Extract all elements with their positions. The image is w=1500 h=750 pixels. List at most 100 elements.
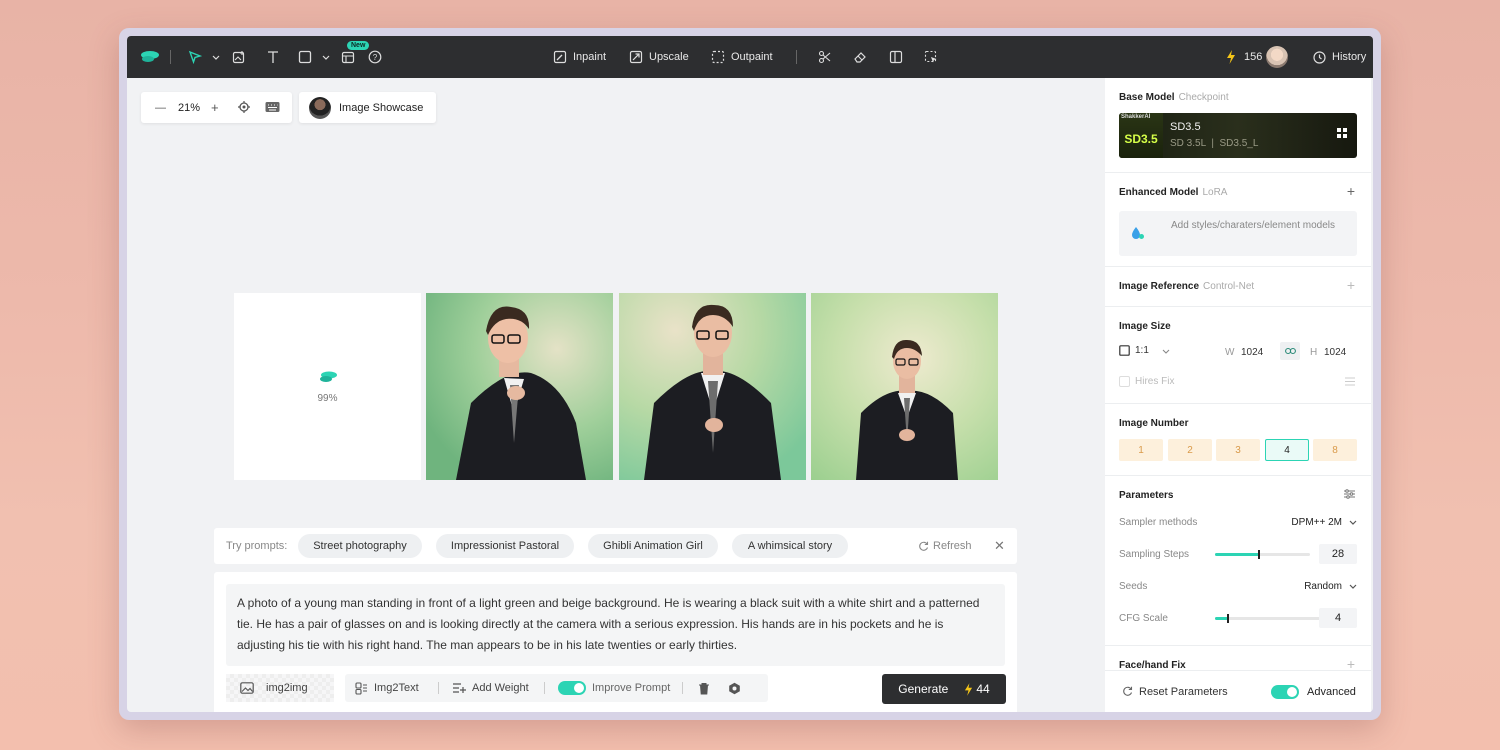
toolbar-divider	[796, 50, 797, 64]
generated-image-1[interactable]	[426, 293, 613, 480]
parameters-section: Parameters Sampler methods DPM++ 2M Samp…	[1105, 476, 1371, 646]
outpaint-button[interactable]: Outpaint	[710, 36, 773, 78]
enhanced-model-subtitle: LoRA	[1202, 187, 1228, 198]
width-input[interactable]: 1024	[1241, 347, 1263, 358]
square-icon	[297, 49, 313, 65]
ratio-value: 1:1	[1135, 345, 1149, 356]
image-number-option[interactable]: 3	[1216, 439, 1260, 461]
link-ratio-icon[interactable]	[1280, 342, 1300, 360]
progress-percent: 99%	[317, 393, 338, 404]
toggle-switch[interactable]	[1271, 684, 1299, 699]
model-thumbnail: ShakkerAI SD3.5	[1119, 113, 1163, 158]
eraser-button[interactable]	[852, 36, 868, 78]
aspect-ratio-select[interactable]: 1:1	[1119, 345, 1170, 356]
user-avatar[interactable]	[1266, 36, 1288, 78]
divider	[544, 682, 545, 694]
add-weight-button[interactable]: Add Weight	[452, 674, 529, 702]
text-tool-button[interactable]	[265, 36, 281, 78]
upscale-button[interactable]: Upscale	[628, 36, 689, 78]
seeds-label: Seeds	[1119, 580, 1148, 592]
outpaint-label: Outpaint	[731, 51, 773, 63]
img2text-button[interactable]: Img2Text	[355, 674, 419, 702]
height-input[interactable]: 1024	[1324, 347, 1346, 358]
upscale-icon	[628, 49, 644, 65]
shape-tool-button[interactable]	[297, 36, 334, 78]
outpaint-icon	[710, 49, 726, 65]
prompt-chip[interactable]: Impressionist Pastoral	[436, 534, 574, 558]
prompt-chip[interactable]: Street photography	[298, 534, 422, 558]
image-number-option-selected[interactable]: 4	[1265, 439, 1309, 461]
compare-button[interactable]	[888, 36, 904, 78]
prompt-settings-button[interactable]	[728, 674, 741, 702]
delete-prompt-button[interactable]	[698, 674, 710, 702]
fit-view-button[interactable]	[237, 100, 251, 117]
credits-display[interactable]: 156	[1223, 36, 1262, 78]
generated-image-3[interactable]	[811, 293, 998, 480]
image-number-section: Image Number 1 2 3 4 8	[1105, 404, 1371, 476]
prompt-panel: A photo of a young man standing in front…	[214, 572, 1017, 712]
improve-prompt-toggle[interactable]: Improve Prompt	[558, 674, 670, 702]
sampler-select[interactable]: DPM++ 2M	[1291, 517, 1357, 528]
lightning-bolt-icon	[1223, 49, 1239, 65]
inpaint-button[interactable]: Inpaint	[552, 36, 606, 78]
width-label: W	[1225, 347, 1235, 358]
steps-input[interactable]: 28	[1319, 544, 1357, 564]
base-model-title: Base Model Checkpoint	[1119, 92, 1229, 103]
chevron-down-icon[interactable]	[318, 49, 334, 65]
help-circle-icon: ?	[367, 49, 383, 65]
reset-icon	[1123, 686, 1133, 696]
cfg-slider-knob[interactable]	[1227, 614, 1229, 623]
seeds-select[interactable]: Random	[1304, 581, 1357, 592]
model-grid-icon[interactable]	[1337, 128, 1347, 141]
select-area-button[interactable]	[923, 36, 939, 78]
hexagon-settings-icon	[729, 682, 740, 694]
prompt-chip[interactable]: A whimsical story	[732, 534, 848, 558]
image-reference-subtitle: Control-Net	[1203, 281, 1255, 292]
keyboard-shortcuts-button[interactable]	[265, 101, 280, 116]
history-button[interactable]: History	[1311, 36, 1366, 78]
image-showcase-button[interactable]: Image Showcase	[299, 92, 436, 123]
image-number-option[interactable]: 1	[1119, 439, 1163, 461]
cut-button[interactable]	[817, 36, 833, 78]
generate-button[interactable]: Generate 44	[882, 674, 1006, 704]
image-number-option[interactable]: 2	[1168, 439, 1212, 461]
cfg-slider[interactable]	[1215, 614, 1321, 623]
parameters-title: Parameters	[1119, 490, 1174, 501]
image-number-option[interactable]: 8	[1313, 439, 1357, 461]
steps-slider-knob[interactable]	[1258, 550, 1260, 559]
add-lora-plus-icon[interactable]: +	[1347, 183, 1355, 199]
img2img-button[interactable]: img2img	[226, 674, 334, 702]
select-tool-button[interactable]	[187, 36, 224, 78]
logo-icon[interactable]	[139, 36, 161, 78]
model-tags: SD 3.5L | SD3.5_L	[1170, 138, 1259, 149]
generated-image-2[interactable]	[619, 293, 806, 480]
prompt-textarea[interactable]: A photo of a young man standing in front…	[226, 584, 1005, 666]
generating-placeholder: 99%	[234, 293, 421, 480]
zoom-out-button[interactable]: —	[155, 102, 166, 114]
advanced-toggle[interactable]: Advanced	[1271, 684, 1356, 699]
cfg-input[interactable]: 4	[1319, 608, 1357, 628]
chevron-down-icon	[1349, 520, 1357, 525]
base-model-card[interactable]: ShakkerAI SD3.5 SD3.5 SD 3.5L | SD3.5_L	[1119, 113, 1357, 158]
hires-fix-checkbox[interactable]: Hires Fix	[1119, 376, 1174, 387]
image-reference-section: Image Reference Control-Net +	[1105, 267, 1371, 307]
hires-settings-icon[interactable]	[1345, 377, 1355, 389]
add-reference-plus-icon[interactable]: +	[1347, 277, 1355, 293]
image-edit-tool-button[interactable]	[231, 36, 247, 78]
model-thumb-text: SD3.5	[1124, 131, 1158, 146]
zoom-in-button[interactable]: +	[211, 100, 219, 115]
help-button[interactable]: ?	[367, 36, 383, 78]
parameters-settings-icon[interactable]	[1344, 489, 1355, 502]
steps-slider[interactable]	[1215, 550, 1310, 559]
showcase-avatar	[309, 96, 331, 119]
chevron-down-icon[interactable]	[208, 49, 224, 65]
prompt-chip[interactable]: Ghibli Animation Girl	[588, 534, 718, 558]
close-prompts-icon[interactable]: ✕	[994, 528, 1005, 564]
image-icon	[240, 682, 254, 694]
checkbox[interactable]	[1119, 376, 1130, 387]
prompt-tools-group: Img2Text Add Weight Improve Prompt	[345, 674, 768, 702]
refresh-prompts-button[interactable]: Refresh	[918, 528, 972, 564]
add-lora-box[interactable]: Add styles/charaters/element models	[1119, 211, 1357, 256]
reset-parameters-button[interactable]: Reset Parameters	[1122, 686, 1228, 698]
toggle-switch[interactable]	[558, 681, 586, 695]
